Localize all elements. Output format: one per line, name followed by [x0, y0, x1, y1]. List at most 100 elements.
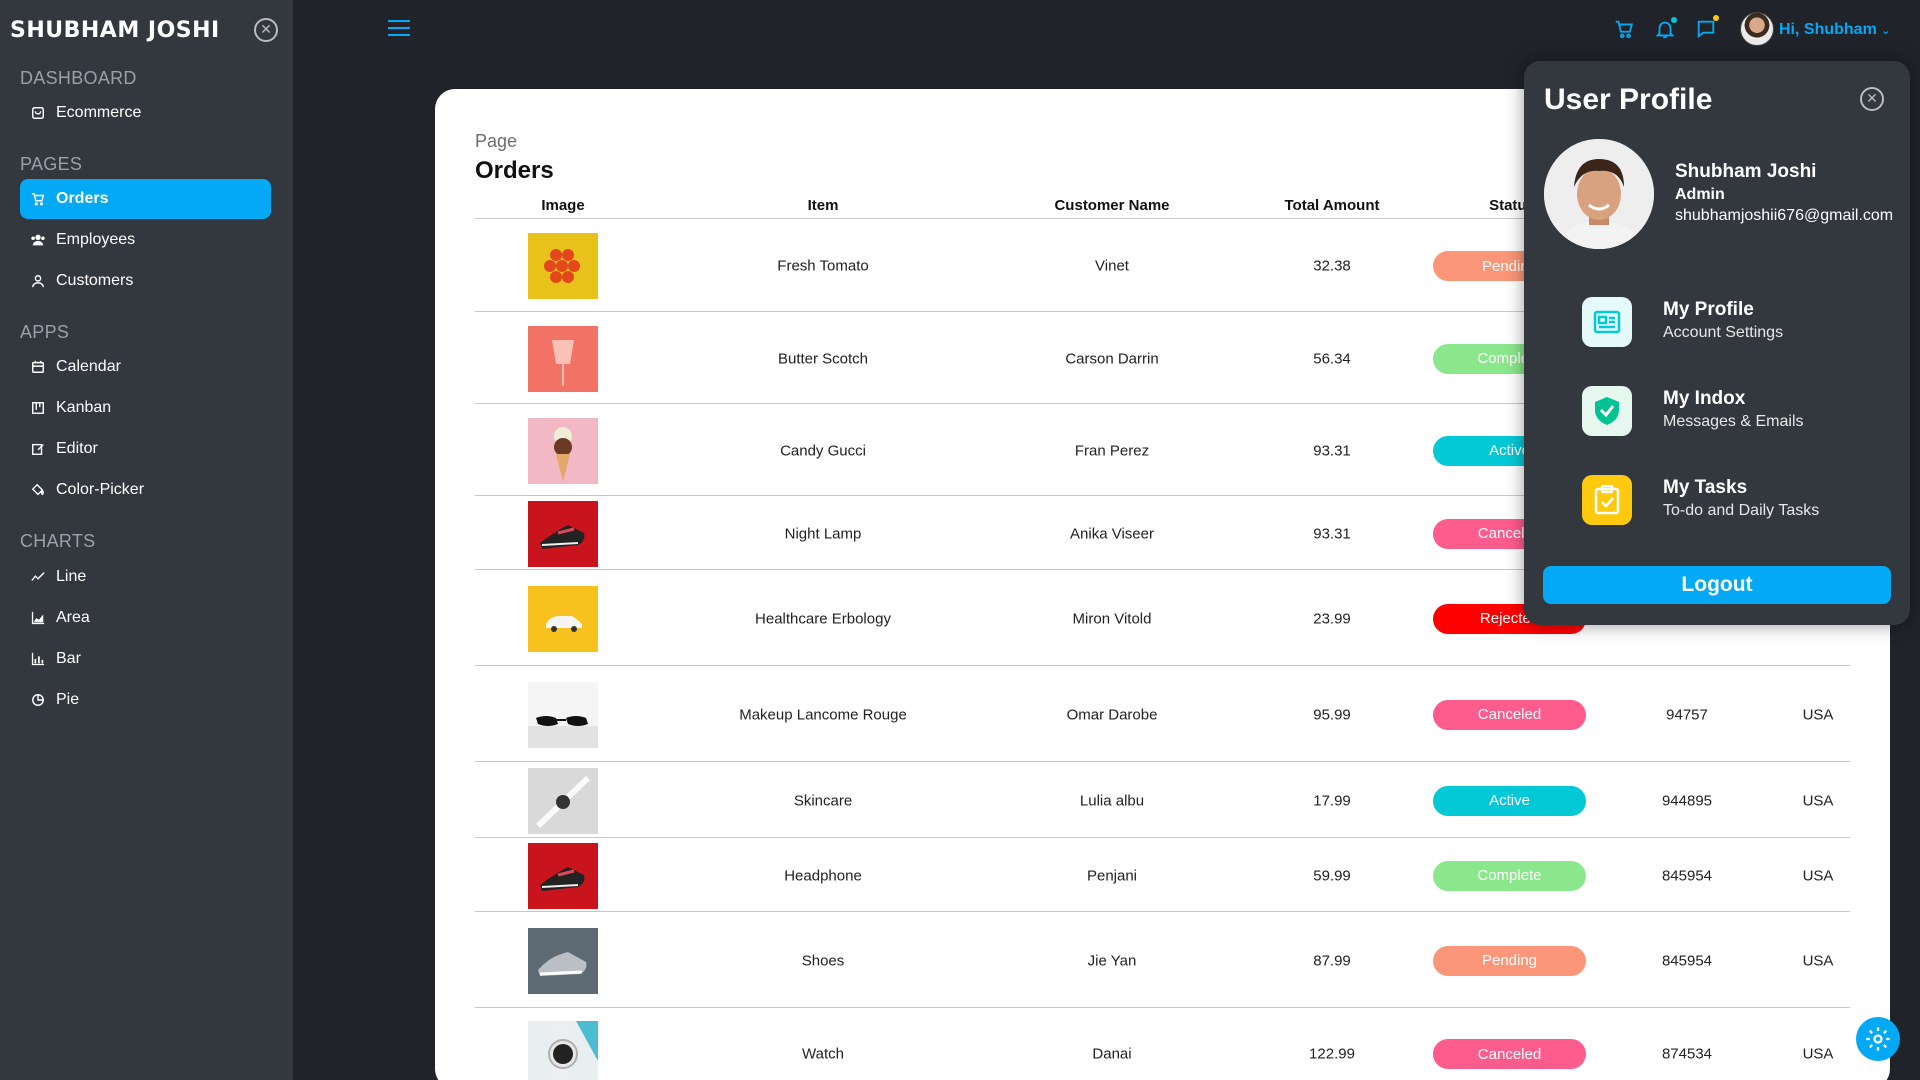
customer-name: Omar Darobe [1066, 706, 1158, 723]
total-amount: 122.99 [1309, 1045, 1355, 1063]
customer-name: Anika Viseer [1070, 525, 1154, 542]
location: USA [1802, 792, 1834, 809]
my-profile-item[interactable]: My Profile Account Settings [1582, 297, 1892, 351]
user-greeting[interactable]: Hi, Shubham ⌄ [1779, 21, 1890, 39]
area-chart-icon [30, 610, 46, 626]
clipboard-icon [1582, 475, 1632, 525]
item-name: Butter Scotch [777, 350, 869, 367]
shopping-bag-icon [30, 105, 46, 121]
edit-icon [30, 441, 46, 457]
column-customer[interactable]: Customer Name [1054, 197, 1169, 214]
customer-name: Penjani [1086, 867, 1138, 884]
cart-icon [30, 191, 46, 207]
sidebar-item-line[interactable]: Line [20, 557, 271, 597]
order-id: 94757 [1666, 706, 1708, 723]
page-label: Page [475, 131, 518, 151]
close-popup-icon[interactable]: ✕ [1860, 87, 1884, 111]
location: USA [1802, 1045, 1834, 1063]
item-name: Fresh Tomato [777, 257, 869, 275]
sidebar-item-pie[interactable]: Pie [20, 680, 271, 720]
product-thumbnail [528, 585, 598, 652]
sidebar-item-label: Orders [56, 190, 109, 207]
total-amount: 17.99 [1313, 792, 1351, 809]
pie-chart-icon [30, 692, 46, 708]
kanban-icon [30, 400, 46, 416]
item-name: Skincare [793, 792, 853, 809]
order-id: 845954 [1661, 952, 1713, 969]
location: USA [1802, 952, 1834, 969]
popup-title: User Profile [1544, 83, 1713, 116]
sidebar-item-employees[interactable]: Employees [20, 220, 271, 260]
sidebar-section-charts: CHARTS [20, 531, 96, 551]
column-amount[interactable]: Total Amount [1285, 197, 1380, 214]
sidebar-item-label: Ecommerce [56, 104, 142, 121]
customer-name: Vinet [1095, 257, 1129, 275]
total-amount: 56.34 [1313, 350, 1351, 367]
sidebar-item-ecommerce[interactable]: Ecommerce [20, 93, 271, 133]
order-id: 874534 [1661, 1045, 1713, 1063]
total-amount: 23.99 [1313, 610, 1351, 627]
cart-icon[interactable] [1613, 18, 1635, 40]
product-thumbnail [528, 1021, 598, 1080]
my-inbox-item[interactable]: My Indox Messages & Emails [1582, 386, 1892, 440]
shield-icon [1582, 386, 1632, 436]
location: USA [1802, 706, 1834, 723]
table-row[interactable]: Shoes Jie Yan 87.99 845954 USA Pending [475, 913, 1850, 1008]
total-amount: 59.99 [1313, 867, 1351, 884]
product-thumbnail [528, 417, 598, 484]
menu-icon[interactable] [388, 20, 410, 38]
profile-role: Admin [1675, 186, 1725, 203]
sidebar-item-calendar[interactable]: Calendar [20, 347, 271, 387]
item-name: Shoes [801, 952, 845, 969]
people-icon [30, 232, 46, 248]
product-thumbnail [528, 767, 598, 834]
column-image[interactable]: Image [541, 197, 584, 214]
sidebar-section-dashboard: DASHBOARD [20, 68, 137, 88]
sidebar-item-orders[interactable]: Orders [20, 179, 271, 219]
column-item[interactable]: Item [808, 197, 839, 214]
item-name: Watch [802, 1045, 844, 1063]
table-row[interactable]: Headphone Penjani 59.99 845954 USA Complete [475, 839, 1850, 912]
my-tasks-item[interactable]: My Tasks To-do and Daily Tasks [1582, 475, 1892, 529]
sidebar-item-label: Kanban [56, 399, 112, 416]
user-profile-popup: User Profile ✕ Shubham Joshi Admin shubh… [1524, 61, 1910, 625]
sidebar-item-label: Color-Picker [56, 481, 145, 498]
sidebar: SHUBHAM JOSHI ✕ DASHBOARD Ecommerce PAGES O… [0, 0, 293, 1080]
status-badge: Canceled [1433, 699, 1586, 730]
logout-button[interactable]: Logout [1543, 566, 1891, 604]
sidebar-section-pages: PAGES [20, 154, 83, 174]
sidebar-item-label: Bar [56, 650, 81, 667]
customer-name: Jie Yan [1087, 952, 1137, 969]
sidebar-item-area[interactable]: Area [20, 598, 271, 638]
sidebar-item-label: Editor [56, 440, 98, 457]
customer-name: Danai [1092, 1045, 1132, 1063]
settings-gear-icon[interactable] [1856, 1017, 1900, 1061]
table-row[interactable]: Skincare Lulia albu 17.99 944895 USA Active [475, 763, 1850, 838]
product-thumbnail [528, 325, 598, 392]
calendar-icon [30, 359, 46, 375]
sidebar-item-label: Employees [56, 231, 136, 248]
sidebar-item-color-picker[interactable]: Color-Picker [20, 470, 271, 510]
sidebar-item-kanban[interactable]: Kanban [20, 388, 271, 428]
sidebar-item-editor[interactable]: Editor [20, 429, 271, 469]
sidebar-item-label: Calendar [56, 358, 121, 375]
total-amount: 32.38 [1313, 257, 1351, 275]
bar-chart-icon [30, 651, 46, 667]
table-row[interactable]: Makeup Lancome Rouge Omar Darobe 95.99 9475… [475, 667, 1850, 762]
chat-icon[interactable] [1695, 18, 1717, 40]
profile-name: Shubham Joshi [1675, 161, 1817, 182]
item-name: Candy Gucci [780, 442, 866, 459]
id-card-icon [1582, 297, 1632, 347]
user-icon [30, 273, 46, 289]
sidebar-item-bar[interactable]: Bar [20, 639, 271, 679]
total-amount: 95.99 [1313, 706, 1351, 723]
sidebar-item-customers[interactable]: Customers [20, 261, 271, 301]
table-row[interactable]: Watch Danai 122.99 874534 USA Canceled [475, 1009, 1850, 1080]
brand-title[interactable]: SHUBHAM JOSHI [10, 18, 220, 43]
page-title: Orders [475, 157, 554, 184]
close-sidebar-icon[interactable]: ✕ [254, 18, 278, 42]
order-id: 944895 [1661, 792, 1713, 809]
avatar[interactable] [1740, 12, 1774, 46]
profile-avatar [1544, 139, 1654, 249]
item-name: Healthcare Erbology [755, 610, 891, 627]
